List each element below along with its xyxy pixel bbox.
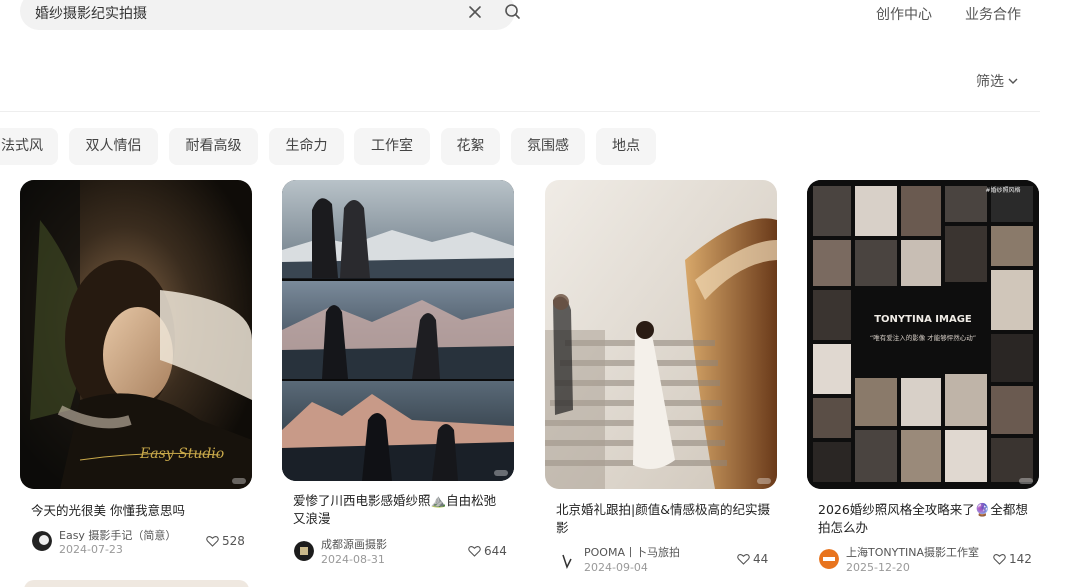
tagline-text: #婚纱照风格 bbox=[985, 186, 1020, 194]
like-button[interactable]: 528 bbox=[206, 534, 245, 548]
tag-chip[interactable]: 双人情侣 bbox=[69, 128, 158, 165]
tag-chip[interactable]: 生命力 bbox=[269, 128, 344, 165]
post-date: 2024-08-31 bbox=[321, 553, 385, 566]
heart-icon bbox=[206, 536, 219, 547]
card-cover-image[interactable]: TONYTINA IMAGE “唯有爱注入的影像 才能够怦然心动” #婚纱照风格 bbox=[807, 180, 1039, 489]
search-icon[interactable] bbox=[504, 3, 521, 20]
card-title[interactable]: 北京婚礼跟拍|颜值&情感极高的纪实摄影 bbox=[556, 501, 771, 537]
search-input[interactable]: 婚纱摄影纪实拍摄 bbox=[35, 3, 147, 23]
note-card[interactable]: Easy Studio 今天的光很美 你懂我意思吗 Easy 摄影手记（简意） … bbox=[20, 180, 252, 560]
card-title[interactable]: 爱惨了川西电影感婚纱照⛰️自由松弛又浪漫 bbox=[293, 492, 508, 528]
card-cover-image[interactable] bbox=[545, 180, 777, 489]
chevron-down-icon bbox=[1008, 78, 1018, 84]
card-title[interactable]: 今天的光很美 你懂我意思吗 bbox=[31, 502, 246, 520]
avatar[interactable] bbox=[819, 549, 839, 569]
like-button[interactable]: 44 bbox=[737, 552, 768, 566]
card-title[interactable]: 2026婚纱照风格全攻略来了🔮全都想拍怎么办 bbox=[818, 501, 1033, 537]
author-name[interactable]: 上海TONYTINA摄影工作室 bbox=[846, 544, 979, 560]
heart-icon bbox=[993, 554, 1006, 565]
avatar[interactable] bbox=[557, 551, 577, 571]
card-cover-image[interactable]: Easy Studio bbox=[20, 180, 252, 489]
like-count: 644 bbox=[484, 544, 507, 558]
author-name[interactable]: POOMA丨卜马旅拍 bbox=[584, 544, 680, 560]
avatar[interactable] bbox=[32, 531, 52, 551]
tag-chip[interactable]: 工作室 bbox=[354, 128, 430, 165]
post-date: 2025-12-20 bbox=[846, 561, 910, 574]
tag-chip[interactable]: 花絮 bbox=[441, 128, 500, 165]
filter-label: 筛选 bbox=[976, 74, 1004, 90]
filter-button[interactable]: 筛选 bbox=[976, 71, 1019, 91]
next-card-peek[interactable] bbox=[24, 580, 249, 587]
avatar[interactable] bbox=[294, 541, 314, 561]
tag-chip[interactable]: 法式风 bbox=[0, 128, 58, 165]
post-date: 2024-09-04 bbox=[584, 561, 648, 574]
note-card[interactable]: 爱惨了川西电影感婚纱照⛰️自由松弛又浪漫 成都源画摄影 2024-08-31 6… bbox=[282, 180, 514, 570]
author-name[interactable]: Easy 摄影手记（简意） bbox=[59, 527, 176, 543]
like-button[interactable]: 644 bbox=[468, 544, 507, 558]
author-name[interactable]: 成都源画摄影 bbox=[321, 536, 387, 552]
heart-icon bbox=[468, 546, 481, 557]
close-icon[interactable] bbox=[467, 4, 483, 20]
like-button[interactable]: 142 bbox=[993, 552, 1032, 566]
brand-text: TONYTINA IMAGE bbox=[874, 314, 972, 325]
heart-icon bbox=[737, 554, 750, 565]
tag-chip[interactable]: 耐看高级 bbox=[169, 128, 258, 165]
like-count: 142 bbox=[1009, 552, 1032, 566]
note-card[interactable]: TONYTINA IMAGE “唯有爱注入的影像 才能够怦然心动” #婚纱照风格… bbox=[807, 180, 1039, 580]
like-count: 44 bbox=[753, 552, 769, 566]
card-cover-image[interactable] bbox=[282, 180, 514, 481]
tag-chip[interactable]: 地点 bbox=[596, 128, 656, 165]
creator-center-link[interactable]: 创作中心 bbox=[876, 4, 932, 24]
search-bar[interactable]: 婚纱摄影纪实拍摄 bbox=[20, 0, 520, 30]
note-card[interactable]: 北京婚礼跟拍|颜值&情感极高的纪实摄影 POOMA丨卜马旅拍 2024-09-0… bbox=[545, 180, 777, 580]
like-count: 528 bbox=[222, 534, 245, 548]
tag-chip[interactable]: 氛围感 bbox=[511, 128, 585, 165]
divider bbox=[0, 111, 1040, 112]
business-link[interactable]: 业务合作 bbox=[965, 4, 1021, 24]
slogan-text: “唯有爱注入的影像 才能够怦然心动” bbox=[870, 333, 976, 342]
post-date: 2024-07-23 bbox=[59, 543, 123, 556]
